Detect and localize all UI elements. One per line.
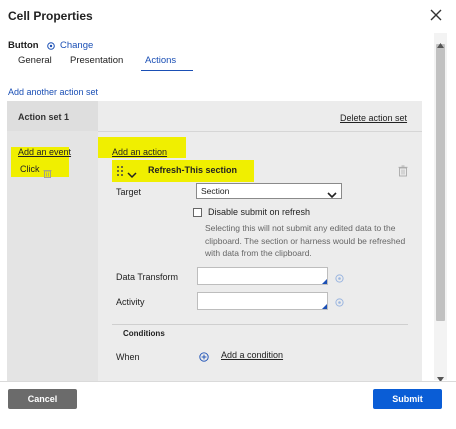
activity-label: Activity [116, 297, 145, 307]
header-divider [98, 131, 422, 132]
delete-action-icon[interactable] [398, 164, 408, 177]
add-circle-icon[interactable] [199, 349, 209, 362]
trash-icon[interactable] [43, 165, 52, 178]
event-click[interactable]: Click [20, 164, 40, 174]
drag-handle-icon[interactable] [116, 164, 124, 176]
active-tab-indicator [141, 70, 193, 71]
action-title: Refresh-This section [148, 165, 238, 175]
disable-submit-label: Disable submit on refresh [208, 207, 311, 217]
tab-general[interactable]: General [18, 55, 52, 66]
chevron-down-icon [327, 186, 337, 199]
add-condition-link[interactable]: Add a condition [221, 350, 283, 360]
submit-button[interactable]: Submit [373, 389, 442, 409]
chevron-down-icon[interactable] [127, 166, 137, 179]
data-transform-label: Data Transform [116, 272, 179, 282]
gear-icon[interactable] [334, 271, 345, 283]
scrollbar-thumb[interactable] [436, 44, 445, 321]
activity-input[interactable] [197, 292, 328, 310]
add-action-set-link[interactable]: Add another action set [8, 87, 98, 97]
target-label: Target [116, 187, 142, 197]
target-select[interactable]: Section [196, 183, 342, 199]
action-set-title: Action set 1 [18, 112, 70, 122]
tab-actions[interactable]: Actions [145, 55, 176, 66]
disable-submit-note: Selecting this will not submit any edite… [205, 223, 406, 258]
tab-presentation[interactable]: Presentation [70, 55, 123, 66]
add-action-link[interactable]: Add an action [112, 147, 167, 157]
delete-action-set-link[interactable]: Delete action set [340, 113, 407, 123]
target-value: Section [201, 186, 230, 196]
tab-bar: General Presentation Actions [8, 55, 428, 75]
gear-icon[interactable] [334, 295, 345, 307]
change-control-link[interactable]: Change [46, 40, 93, 51]
scroll-up-icon[interactable] [437, 35, 444, 48]
autocomplete-corner [322, 304, 327, 309]
when-label: When [116, 352, 140, 362]
conditions-divider [112, 324, 408, 325]
dialog-title: Cell Properties [8, 9, 93, 23]
close-icon[interactable] [428, 7, 444, 23]
conditions-header: Conditions [123, 329, 165, 338]
cancel-button[interactable]: Cancel [8, 389, 77, 409]
control-type-label: Button [8, 40, 39, 51]
scroll-down-icon[interactable] [437, 369, 444, 382]
add-event-link[interactable]: Add an event [18, 147, 71, 157]
gear-icon [47, 41, 55, 50]
change-label: Change [60, 40, 94, 51]
autocomplete-corner [322, 279, 327, 284]
footer-divider [0, 381, 456, 382]
data-transform-input[interactable] [197, 267, 328, 285]
disable-submit-checkbox[interactable] [193, 208, 202, 217]
